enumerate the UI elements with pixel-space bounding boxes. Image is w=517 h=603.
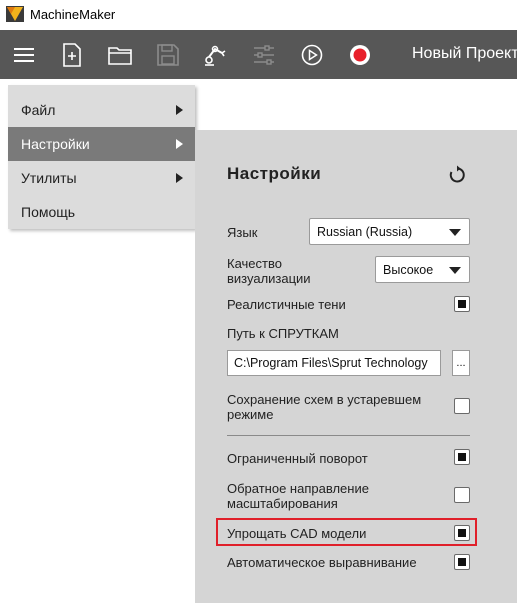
limited-rotation-label: Ограниченный поворот (227, 451, 368, 466)
reverse-zoom-label-line2: масштабирования (227, 496, 338, 511)
record-button[interactable] (346, 41, 374, 69)
legacy-save-label-line1: Сохранение схем в устаревшем (227, 392, 422, 407)
quality-value: Высокое (383, 262, 434, 277)
reset-icon[interactable] (447, 165, 467, 185)
browse-button[interactable]: ... (452, 350, 470, 376)
save-icon (157, 44, 179, 66)
language-value: Russian (Russia) (317, 224, 413, 239)
play-button[interactable] (298, 41, 326, 69)
shadows-label: Реалистичные тени (227, 297, 346, 312)
divider (227, 435, 470, 436)
new-file-button[interactable] (58, 41, 86, 69)
menu-item-label: Помощь (21, 204, 76, 220)
sliders-icon (254, 45, 274, 65)
project-title: Новый Проект (412, 45, 517, 62)
highlight-frame (216, 518, 477, 546)
play-icon (301, 44, 323, 66)
submenu-arrow-icon (176, 139, 183, 149)
main-menu-button[interactable] (10, 41, 38, 69)
toolbar: Новый Проект (0, 30, 517, 79)
language-label: Язык (227, 225, 258, 240)
robot-arm-icon (205, 45, 226, 66)
limited-rotation-checkbox[interactable] (454, 449, 470, 465)
submenu-arrow-icon (176, 105, 183, 115)
menu-item-settings[interactable]: Настройки (8, 127, 195, 161)
open-button[interactable] (106, 41, 134, 69)
menu-item-file[interactable]: Файл (8, 93, 195, 127)
menu-item-label: Настройки (21, 136, 90, 152)
new-file-icon (63, 43, 81, 67)
save-button[interactable] (154, 41, 182, 69)
chevron-down-icon (449, 229, 461, 236)
main-menu: Файл Настройки Утилиты Помощь (8, 85, 195, 229)
window-title: MachineMaker (30, 7, 116, 22)
reverse-zoom-checkbox[interactable] (454, 487, 470, 503)
settings-title: Настройки (227, 164, 322, 183)
path-label: Путь к СПРУТКАМ (227, 326, 339, 341)
app-logo-icon (6, 6, 24, 22)
menu-item-label: Утилиты (21, 170, 77, 186)
record-icon (350, 45, 370, 65)
auto-align-label: Автоматическое выравнивание (227, 555, 417, 570)
legacy-save-label-line2: режиме (227, 407, 274, 422)
menu-item-utilities[interactable]: Утилиты (8, 161, 195, 195)
language-select[interactable]: Russian (Russia) (309, 218, 470, 245)
reverse-zoom-label-line1: Обратное направление (227, 481, 369, 496)
quality-label-line1: Качество (227, 256, 282, 271)
open-folder-icon (108, 47, 132, 65)
menu-item-help[interactable]: Помощь (8, 195, 195, 229)
parameters-button[interactable] (250, 41, 278, 69)
title-bar: MachineMaker (0, 0, 517, 30)
submenu-arrow-icon (176, 173, 183, 183)
legacy-save-checkbox[interactable] (454, 398, 470, 414)
quality-select[interactable]: Высокое (375, 256, 470, 283)
chevron-down-icon (449, 267, 461, 274)
auto-align-checkbox[interactable] (454, 554, 470, 570)
menu-item-label: Файл (21, 102, 56, 118)
machine-button[interactable] (201, 41, 229, 69)
path-input[interactable]: C:\Program Files\Sprut Technology (227, 350, 441, 376)
quality-label-line2: визуализации (227, 271, 311, 286)
shadows-checkbox[interactable] (454, 296, 470, 312)
menu-icon (14, 48, 34, 62)
